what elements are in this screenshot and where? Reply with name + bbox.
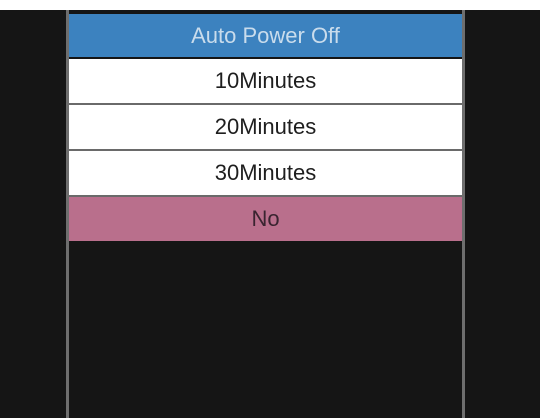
menu-title: Auto Power Off [69, 14, 462, 59]
menu-item-20-minutes[interactable]: 20Minutes [69, 105, 462, 151]
auto-power-off-menu: Auto Power Off 10Minutes 20Minutes 30Min… [69, 14, 462, 241]
menu-item-30-minutes[interactable]: 30Minutes [69, 151, 462, 197]
right-divider [462, 10, 465, 418]
menu-item-no[interactable]: No [69, 197, 462, 241]
menu-item-10-minutes[interactable]: 10Minutes [69, 59, 462, 105]
